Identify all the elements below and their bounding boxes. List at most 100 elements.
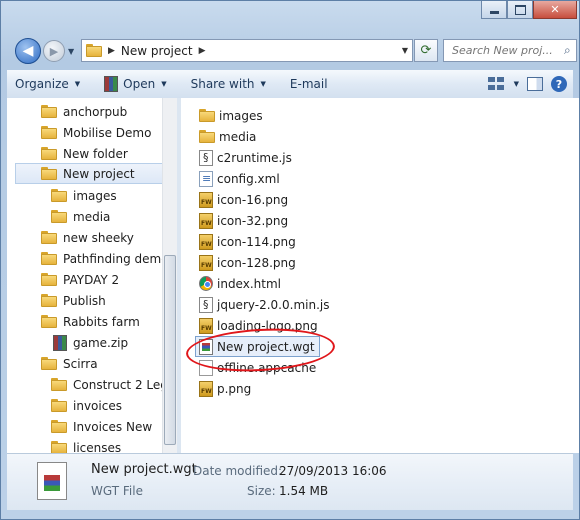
folder-icon (41, 167, 57, 180)
file-item-p-png[interactable]: p.png (199, 378, 251, 399)
tree-item-label: New folder (63, 146, 128, 161)
navigation-scrollbar[interactable] (162, 98, 177, 453)
breadcrumb-chevron-icon[interactable]: ▶ (108, 46, 115, 56)
tree-item-label: game.zip (73, 335, 129, 350)
tree-item-construct-2-legacy[interactable]: Construct 2 Lega (51, 374, 175, 395)
details-date-modified-label: Date modified: (193, 464, 283, 478)
folder-icon (41, 105, 57, 118)
email-label: E-mail (289, 77, 328, 91)
email-button[interactable]: E-mail (282, 70, 336, 98)
tree-item-new-sheeky[interactable]: new sheeky (41, 227, 134, 248)
folder-icon (51, 441, 67, 453)
details-file-type: WGT File (91, 484, 143, 498)
file-item-c2runtime-js[interactable]: c2runtime.js (199, 147, 292, 168)
tree-item-mobilise-demo[interactable]: Mobilise Demo (41, 122, 151, 143)
file-item-icon-114-png[interactable]: icon-114.png (199, 231, 296, 252)
help-icon[interactable]: ? (551, 76, 567, 92)
file-name: p.png (217, 381, 252, 396)
back-button[interactable]: ◀ (15, 38, 41, 64)
share-with-button[interactable]: Share with ▼ (183, 70, 274, 98)
tree-item-label: Mobilise Demo (63, 125, 152, 140)
change-view-icon[interactable] (487, 77, 506, 91)
file-item-icon-128-png[interactable]: icon-128.png (199, 252, 296, 273)
scrollbar-thumb[interactable] (164, 255, 176, 445)
tree-item-licenses[interactable]: licenses (51, 437, 121, 453)
breadcrumb-new-project[interactable]: New project (121, 44, 193, 58)
tree-item-game-zip[interactable]: game.zip (53, 332, 128, 353)
search-box[interactable]: ⌕ (443, 39, 577, 62)
tree-item-new-folder[interactable]: New folder (41, 143, 128, 164)
tree-item-new-project[interactable]: New project (15, 163, 165, 184)
file-name: icon-32.png (217, 213, 289, 228)
tree-item-invoices-new[interactable]: Invoices New (51, 416, 152, 437)
tree-item-rabbits-farm[interactable]: Rabbits farm (41, 311, 140, 332)
file-name: offline.appcache (217, 360, 317, 375)
view-controls: ▼ ? (487, 70, 567, 98)
explorer-window: ✕ ◀ ▶ ▼ ▶ New project ▶ ▼ ⟳ ⌕ Organize ▼… (0, 0, 580, 520)
file-name: images (219, 108, 263, 123)
file-name: icon-128.png (217, 255, 296, 270)
folder-icon (51, 189, 67, 202)
address-bar[interactable]: ▶ New project ▶ ▼ (81, 39, 413, 62)
folder-icon (199, 130, 215, 143)
details-pane: New project.wgt Date modified: 27/09/201… (7, 453, 573, 510)
file-item-loading-logo-png[interactable]: loading-logo.png (199, 315, 318, 336)
file-item-offline-appcache[interactable]: offline.appcache (199, 357, 316, 378)
file-item-media[interactable]: media (199, 126, 256, 147)
maximize-button[interactable] (507, 1, 533, 19)
file-item-icon-32-png[interactable]: icon-32.png (199, 210, 288, 231)
tree-item-scirra[interactable]: Scirra (41, 353, 98, 374)
file-name: media (219, 129, 257, 144)
tree-item-label: new sheeky (63, 230, 134, 245)
file-item-icon-16-png[interactable]: icon-16.png (199, 189, 288, 210)
tree-item-label: Invoices New (73, 419, 153, 434)
chevron-down-icon: ▼ (260, 80, 266, 88)
tree-item-label: media (73, 209, 111, 224)
folder-icon (51, 399, 67, 412)
file-item-images[interactable]: images (199, 105, 263, 126)
recent-pages-dropdown[interactable]: ▼ (68, 47, 74, 56)
blank-file-icon (199, 359, 213, 376)
tree-item-publish[interactable]: Publish (41, 290, 106, 311)
open-button[interactable]: Open ▼ (96, 70, 174, 98)
search-input[interactable] (450, 43, 564, 58)
minimize-button[interactable] (481, 1, 507, 19)
refresh-button[interactable]: ⟳ (414, 39, 438, 62)
tree-item-label: Scirra (63, 356, 98, 371)
file-item-index-html[interactable]: index.html (199, 273, 281, 294)
tree-item-pathfinding-demo[interactable]: Pathfinding demo (41, 248, 169, 269)
preview-pane-icon[interactable] (527, 77, 543, 91)
file-item-new-project-wgt[interactable]: New project.wgt (195, 336, 320, 357)
tree-item-invoices[interactable]: invoices (51, 395, 122, 416)
address-dropdown-icon[interactable]: ▼ (402, 46, 408, 55)
tree-item-label: Pathfinding demo (63, 251, 169, 266)
tree-item-anchorpub[interactable]: anchorpub (41, 101, 127, 122)
close-button[interactable]: ✕ (533, 1, 577, 19)
open-label: Open (123, 77, 156, 91)
chevron-down-icon[interactable]: ▼ (514, 80, 519, 88)
file-name: index.html (217, 276, 281, 291)
js-file-icon (199, 296, 213, 313)
details-size-label: Size: (247, 484, 276, 498)
organize-button[interactable]: Organize ▼ (7, 70, 88, 98)
search-icon[interactable]: ⌕ (564, 43, 571, 58)
winrar-icon (104, 76, 119, 92)
chrome-html-icon (199, 276, 213, 291)
details-date-modified-value: 27/09/2013 16:06 (279, 464, 387, 478)
wgt-file-large-icon (37, 462, 67, 500)
png-file-icon (199, 317, 213, 334)
file-item-config-xml[interactable]: config.xml (199, 168, 280, 189)
tree-item-label: Construct 2 Lega (73, 377, 176, 392)
file-item-jquery-js[interactable]: jquery-2.0.0.min.js (199, 294, 329, 315)
tree-item-images[interactable]: images (51, 185, 117, 206)
breadcrumb-chevron-icon[interactable]: ▶ (199, 46, 206, 56)
tree-item-media[interactable]: media (51, 206, 110, 227)
details-size-value: 1.54 MB (279, 484, 329, 498)
file-name: New project.wgt (217, 339, 315, 354)
refresh-icon: ⟳ (420, 43, 432, 58)
png-file-icon (199, 212, 213, 229)
tree-item-label: invoices (73, 398, 122, 413)
tree-item-payday-2[interactable]: PAYDAY 2 (41, 269, 119, 290)
forward-button[interactable]: ▶ (43, 40, 65, 62)
folder-icon (51, 420, 67, 433)
